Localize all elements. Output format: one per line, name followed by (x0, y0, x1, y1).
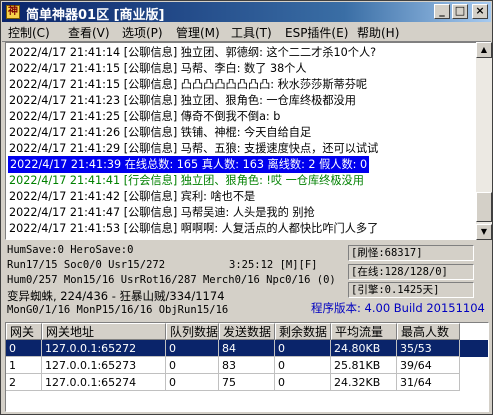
table-row[interactable]: 2 127.0.0.1:65274 0 75 0 24.32KB 31/64 (6, 374, 488, 391)
log-line: 2022/4/17 21:41:29 [公聊信息] 马帮、五狼: 支援速度快点，… (9, 142, 379, 155)
log-line: 2022/4/17 21:41:15 [公聊信息] 马帮、李白: 数了 38个人 (9, 62, 307, 75)
cell-remaining: 0 (275, 357, 331, 374)
cell-max-users: 39/64 (397, 357, 460, 374)
cell-sent: 84 (219, 340, 275, 357)
program-version: 程序版本: 4.00 Build 20151104 (311, 301, 485, 315)
cell-gateway: 0 (6, 340, 42, 357)
log-line: 2022/4/17 21:41:42 [公聊信息] 宾利: 啥也不是 (9, 190, 256, 203)
stat-mon-groups: MonG0/1/16 MonP15/16/16 ObjRun15/16 (7, 304, 229, 316)
log-scrollbar[interactable]: ▲ ▼ (476, 42, 492, 240)
cell-sent: 83 (219, 357, 275, 374)
column-header[interactable]: 网关地址 (42, 323, 166, 340)
maximize-button[interactable]: □ (452, 4, 468, 19)
title-bar[interactable]: 神 简单神器01区 [商业版] _ □ × (2, 2, 491, 23)
stat-save: HumSave:0 HeroSave:0 (7, 244, 134, 256)
cell-queue: 0 (166, 357, 219, 374)
cell-queue: 0 (166, 374, 219, 391)
engine-uptime: [引擎:0.1425天] (348, 282, 474, 298)
log-line: 2022/4/17 21:41:23 [公聊信息] 独立团、狠角色: 一仓库终极… (9, 94, 356, 107)
cell-address: 127.0.0.1:65273 (42, 357, 166, 374)
cell-gateway: 1 (6, 357, 42, 374)
column-header[interactable]: 剩余数据 (275, 323, 331, 340)
log-line: 2022/4/17 21:41:14 [公聊信息] 独立团、郭德纲: 这个二二才… (9, 46, 377, 59)
cell-queue: 0 (166, 340, 219, 357)
menu-bar: 控制(C) 查看(V) 选项(P) 管理(M) 工具(T) ESP插件(E) 帮… (2, 22, 491, 42)
close-button[interactable]: × (472, 4, 488, 19)
stat-time: 3:25:12 [M][F] (229, 259, 318, 271)
column-header[interactable]: 发送数据 (219, 323, 275, 340)
cell-remaining: 0 (275, 340, 331, 357)
column-header[interactable]: 队列数据 (166, 323, 219, 340)
log-line-selected: 2022/4/17 21:41:39 在线总数: 165 真人数: 163 离线… (8, 156, 370, 173)
table-row[interactable]: 1 127.0.0.1:65273 0 83 0 25.81KB 39/64 (6, 357, 488, 374)
cell-sent: 75 (219, 374, 275, 391)
column-header[interactable]: 最高人数 (397, 323, 460, 340)
stats-panel: HumSave:0 HeroSave:0 Run17/15 Soc0/0 Usr… (1, 240, 492, 320)
log-line: 2022/4/17 21:41:47 [公聊信息] 马帮吴迪: 人头是我的 别抢 (9, 206, 315, 219)
stat-run: Run17/15 Soc0/0 Usr15/272 (7, 259, 166, 271)
log-line: 2022/4/17 21:41:25 [公聊信息] 傳奇不倒我不倒a: b (9, 110, 281, 123)
cell-gateway: 2 (6, 374, 42, 391)
app-icon: 神 (6, 5, 20, 19)
menu-view[interactable]: 查看(V) (68, 24, 110, 41)
menu-manage[interactable]: 管理(M) (176, 24, 220, 41)
menu-esp-plugins[interactable]: ESP插件(E) (285, 24, 348, 41)
cell-max-users: 31/64 (397, 374, 460, 391)
minimize-button[interactable]: _ (434, 4, 450, 19)
cell-address: 127.0.0.1:65272 (42, 340, 166, 357)
scroll-down-arrow-icon[interactable]: ▼ (476, 224, 492, 240)
scroll-up-arrow-icon[interactable]: ▲ (476, 42, 492, 58)
column-header[interactable]: 网关 (6, 323, 42, 340)
cell-avg-traffic: 25.81KB (331, 357, 397, 374)
gateway-table[interactable]: 网关 网关地址 队列数据 发送数据 剩余数据 平均流量 最高人数 0 127.0… (5, 322, 489, 412)
log-panel[interactable]: 2022/4/17 21:41:14 [公聊信息] 独立团、郭德纲: 这个二二才… (5, 42, 477, 240)
cell-address: 127.0.0.1:65274 (42, 374, 166, 391)
table-row[interactable]: 0 127.0.0.1:65272 0 84 0 24.80KB 35/53 (6, 340, 488, 357)
stat-hum: Hum0/257 Mon15/16 UsrRot16/287 Merch0/16… (7, 274, 336, 286)
cell-remaining: 0 (275, 374, 331, 391)
scroll-thumb[interactable] (476, 192, 492, 222)
log-line: 2022/4/17 21:41:26 [公聊信息] 铁铺、神棍: 今天自给自足 (9, 126, 312, 139)
menu-options[interactable]: 选项(P) (122, 24, 163, 41)
log-line: 2022/4/17 21:41:53 [公聊信息] 啊啊啊: 人复活点的人都快比… (9, 222, 379, 235)
log-line-guild: 2022/4/17 21:41:41 [行会信息] 独立团、狠角色: !哎 一仓… (9, 174, 364, 187)
menu-control[interactable]: 控制(C) (8, 24, 50, 41)
window-title: 简单神器01区 [商业版] (26, 8, 165, 23)
main-window: 神 简单神器01区 [商业版] _ □ × 控制(C) 查看(V) 选项(P) … (0, 0, 493, 415)
cell-max-users: 35/53 (397, 340, 460, 357)
menu-tools[interactable]: 工具(T) (231, 24, 272, 41)
cell-avg-traffic: 24.80KB (331, 340, 397, 357)
column-header[interactable]: 平均流量 (331, 323, 397, 340)
log-line: 2022/4/17 21:41:15 [公聊信息] 凸凸凸凸凸凸凸凸: 秋水莎莎… (9, 78, 368, 91)
brush-counter: [刷怪:68317] (348, 245, 474, 261)
cell-avg-traffic: 24.32KB (331, 374, 397, 391)
menu-help[interactable]: 帮助(H) (357, 24, 399, 41)
online-counter: [在线:128/128/0] (348, 264, 474, 280)
stat-monsters: 变异蜘蛛, 224/436 - 狂暴山贼/334/1174 (7, 289, 225, 303)
